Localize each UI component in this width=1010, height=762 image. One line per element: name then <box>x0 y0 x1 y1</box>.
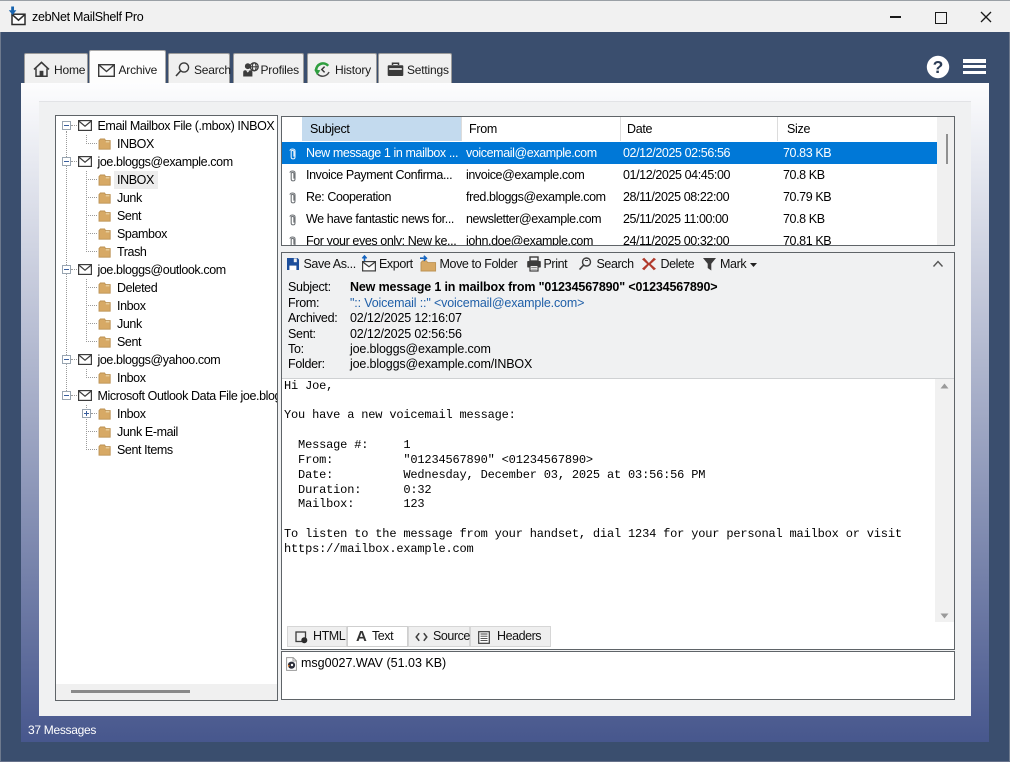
svg-text:?: ? <box>933 57 944 77</box>
